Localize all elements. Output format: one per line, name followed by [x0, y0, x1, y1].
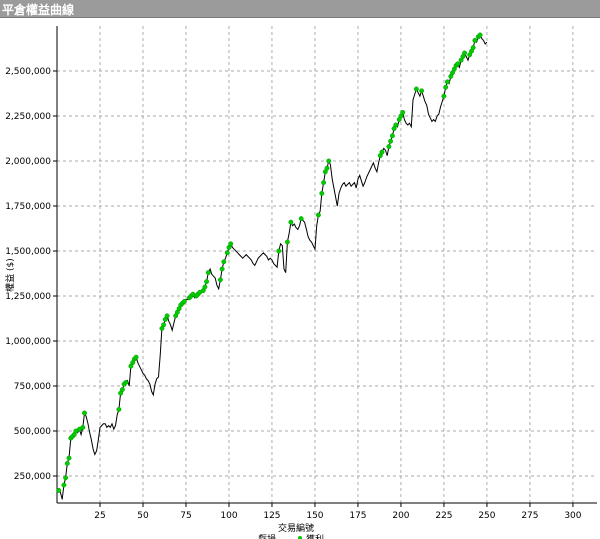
win-marker — [204, 279, 210, 285]
win-marker — [161, 322, 167, 328]
win-marker — [326, 158, 332, 164]
win-marker — [276, 248, 282, 254]
x-tick-label: 50 — [137, 511, 149, 521]
win-marker — [472, 37, 478, 43]
win-marker — [133, 354, 139, 360]
win-marker — [181, 298, 187, 304]
x-tick-label: 150 — [306, 511, 323, 521]
win-marker — [205, 270, 211, 276]
x-axis-ticks: 25 50 75 100 125 150 175 200 225 250 275 300 — [94, 503, 582, 521]
y-tick-label: 1,250,000 — [5, 292, 51, 302]
win-marker — [217, 277, 223, 283]
y-tick-label: 250,000 — [14, 472, 51, 482]
x-tick-label: 250 — [478, 511, 495, 521]
win-marker — [61, 482, 67, 488]
win-marker — [477, 32, 483, 38]
y-tick-label: 1,750,000 — [5, 202, 51, 212]
win-marker — [63, 475, 69, 481]
win-marker — [393, 122, 399, 128]
y-tick-label: 2,000,000 — [5, 157, 51, 167]
win-marker — [123, 379, 129, 385]
x-tick-label: 25 — [94, 511, 105, 521]
win-marker — [119, 387, 125, 393]
equity-series — [58, 34, 488, 500]
x-tick-label: 300 — [564, 511, 581, 521]
win-marker — [444, 79, 450, 85]
win-marker — [321, 180, 327, 186]
y-tick-label: 1,000,000 — [5, 337, 51, 347]
win-marker — [219, 266, 225, 272]
x-tick-label: 275 — [521, 511, 538, 521]
win-marker — [462, 50, 468, 56]
win-marker — [66, 455, 72, 461]
y-tick-label: 1,500,000 — [5, 247, 51, 257]
win-marker — [64, 460, 70, 466]
x-tick-label: 225 — [435, 511, 452, 521]
win-marker — [443, 84, 449, 90]
win-marker — [389, 133, 395, 139]
x-tick-label: 125 — [263, 511, 280, 521]
win-markers — [56, 32, 483, 493]
x-tick-label: 100 — [220, 511, 237, 521]
x-tick-label: 75 — [180, 511, 191, 521]
win-marker — [56, 487, 62, 493]
win-marker — [413, 86, 419, 92]
win-marker — [228, 241, 234, 247]
win-marker — [298, 216, 304, 222]
win-marker — [221, 259, 227, 265]
win-marker — [386, 144, 392, 150]
x-tick-label: 175 — [349, 511, 366, 521]
win-marker — [284, 239, 290, 245]
win-marker — [82, 410, 87, 416]
y-tick-label: 2,500,000 — [5, 67, 51, 77]
win-marker — [164, 313, 170, 319]
win-marker — [224, 250, 230, 256]
chart-window-title: 平倉權益曲線 — [2, 3, 75, 17]
win-marker — [455, 61, 461, 67]
chart-window-titlebar: 平倉權益曲線 — [0, 0, 600, 18]
win-marker — [315, 212, 321, 218]
win-marker — [419, 88, 425, 94]
equity-curve-chart: 250,000 500,000 750,000 1,000,000 1,250,000 1… — [4, 26, 597, 539]
win-marker — [388, 138, 394, 144]
win-marker — [319, 190, 325, 196]
win-marker — [441, 93, 447, 99]
grid-lines — [57, 26, 597, 503]
x-axis-title: 交易編號 — [278, 522, 314, 534]
y-tick-label: 2,250,000 — [5, 112, 51, 122]
win-marker — [400, 109, 406, 115]
win-marker — [288, 219, 294, 225]
win-marker — [116, 406, 122, 412]
win-marker — [324, 165, 330, 171]
x-tick-label: 200 — [392, 511, 409, 521]
legend-label: 虧損 — [258, 533, 276, 539]
y-axis-title: 權益 ($) — [4, 258, 16, 292]
win-marker — [379, 149, 385, 155]
equity-line — [58, 34, 488, 500]
win-marker — [80, 424, 86, 430]
win-marker — [202, 284, 208, 290]
y-tick-label: 750,000 — [14, 382, 51, 392]
win-marker — [470, 45, 476, 51]
y-tick-label: 500,000 — [14, 427, 51, 437]
